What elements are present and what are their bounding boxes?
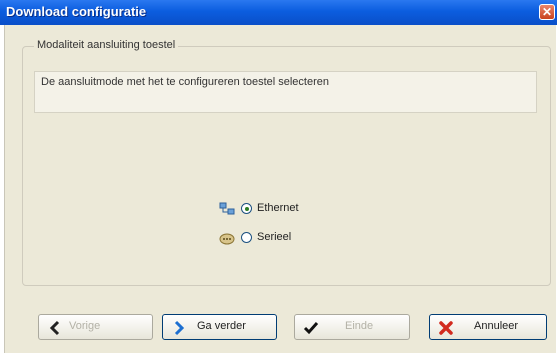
title-bar[interactable]: Download configuratie ✕ bbox=[0, 0, 557, 25]
description-box: De aansluitmode met het te configureren … bbox=[34, 71, 537, 113]
close-icon: ✕ bbox=[541, 5, 553, 19]
ethernet-label[interactable]: Ethernet bbox=[257, 202, 299, 214]
option-ethernet[interactable]: Ethernet bbox=[219, 201, 339, 217]
next-button-label: Ga verder bbox=[197, 320, 246, 332]
description-text: De aansluitmode met het te configureren … bbox=[41, 76, 329, 88]
cancel-x-icon bbox=[438, 320, 454, 336]
ethernet-radio[interactable] bbox=[241, 203, 252, 214]
close-button[interactable]: ✕ bbox=[539, 4, 555, 20]
finish-button[interactable]: Einde bbox=[294, 314, 410, 340]
network-icon bbox=[219, 201, 235, 217]
group-legend: Modaliteit aansluiting toestel bbox=[34, 39, 179, 51]
serieel-radio[interactable] bbox=[241, 232, 252, 243]
finish-button-label: Einde bbox=[345, 320, 374, 332]
connection-mode-group: Modaliteit aansluiting toestel De aanslu… bbox=[22, 39, 551, 286]
checkmark-icon bbox=[303, 320, 319, 336]
window-title: Download configuratie bbox=[6, 4, 147, 19]
serial-icon bbox=[219, 230, 235, 246]
next-button[interactable]: Ga verder bbox=[162, 314, 277, 340]
arrow-right-icon bbox=[171, 320, 187, 336]
cancel-button[interactable]: Annuleer bbox=[429, 314, 547, 340]
back-button[interactable]: Vorige bbox=[38, 314, 153, 340]
serieel-label[interactable]: Serieel bbox=[257, 231, 291, 243]
option-serieel[interactable]: Serieel bbox=[219, 230, 339, 246]
back-button-label: Vorige bbox=[69, 320, 101, 332]
arrow-left-icon bbox=[47, 320, 63, 336]
cancel-button-label: Annuleer bbox=[474, 320, 519, 332]
download-configuratie-dialog: Download configuratie ✕ Modaliteit aansl… bbox=[0, 0, 557, 353]
radio-selected-dot bbox=[245, 207, 249, 211]
dialog-body: Modaliteit aansluiting toestel De aanslu… bbox=[4, 25, 556, 353]
